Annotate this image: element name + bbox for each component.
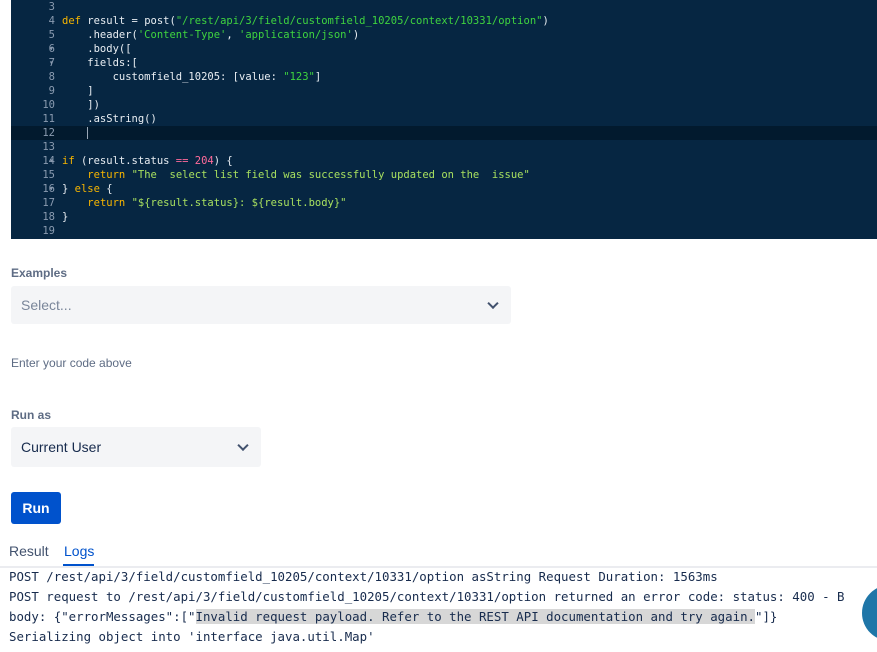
code-line: 15 return "The select list field was suc… [11, 168, 877, 182]
helper-text: Enter your code above [11, 356, 132, 370]
log-line-3-highlight: Invalid request payload. Refer to the RE… [195, 609, 755, 624]
line-number: 5 [48, 29, 55, 41]
code-line: 3 [11, 0, 877, 14]
result-tabs: Result Logs [0, 541, 877, 568]
run-button[interactable]: Run [11, 492, 61, 524]
code-line: 11 .asString() [11, 112, 877, 126]
code-line: 16 ▾} else { [11, 182, 877, 196]
line-number: 15 [42, 169, 55, 181]
log-line-3-prefix: body: {"errorMessages":[" [9, 609, 196, 624]
code-text [62, 126, 89, 140]
line-number: 12 [42, 127, 55, 139]
code-text: def result = post("/rest/api/3/field/cus… [62, 15, 549, 27]
line-number: 17 [42, 197, 55, 209]
code-text: .header('Content-Type', 'application/jso… [62, 29, 360, 41]
code-text: return "The select list field was succes… [87, 169, 530, 181]
code-text: .body([ [62, 43, 132, 55]
fold-toggle-icon[interactable]: ▾ [49, 154, 54, 168]
tab-logs[interactable]: Logs [64, 543, 94, 559]
run-as-label: Run as [11, 408, 52, 422]
log-line-3: body: {"errorMessages":["Invalid request… [9, 609, 777, 624]
run-as-value: Current User [21, 439, 102, 455]
code-line: 17 return "${result.status}: ${result.bo… [11, 196, 877, 210]
code-text: } else { [62, 183, 113, 195]
line-number: 18 [42, 211, 55, 223]
line-number: 3 [48, 1, 55, 13]
line-number: 10 [42, 99, 55, 111]
code-text: fields:[ [62, 57, 138, 69]
code-line: 12 [11, 126, 877, 140]
code-line: 10 ]) [11, 98, 877, 112]
run-as-select[interactable]: Current User [11, 427, 261, 467]
code-text: } [62, 211, 69, 223]
code-line: 18} [11, 210, 877, 224]
log-line-2: POST request to /rest/api/3/field/custom… [9, 589, 845, 604]
line-number: 4 [48, 15, 55, 27]
code-text: .asString() [62, 113, 157, 125]
code-line: 14 ▾ if (result.status == 204) { [11, 154, 877, 168]
tab-logs-underline [63, 564, 94, 566]
code-text: return "${result.status}: ${result.body}… [87, 197, 347, 209]
fold-toggle-icon[interactable]: ▾ [49, 56, 54, 70]
text-cursor [87, 127, 89, 139]
examples-label: Examples [11, 266, 68, 280]
code-editor[interactable]: 3 4 def result = post("/rest/api/3/field/c… [11, 0, 877, 239]
code-line: 13 [11, 140, 877, 154]
fold-toggle-icon[interactable]: ▾ [49, 182, 54, 196]
code-text: ] [62, 85, 94, 97]
line-number: 9 [48, 85, 55, 97]
log-line-1: POST /rest/api/3/field/customfield_10205… [9, 569, 718, 584]
fold-toggle-icon[interactable]: ▾ [49, 42, 54, 56]
code-line: 9 ] [11, 84, 877, 98]
examples-select[interactable]: Select... [11, 286, 511, 324]
line-number: 8 [48, 71, 55, 83]
code-text: ]) [62, 99, 100, 111]
line-number: 19 [42, 225, 55, 237]
chevron-down-icon [237, 439, 249, 452]
tab-result[interactable]: Result [9, 543, 49, 559]
line-number: 13 [42, 141, 55, 153]
code-line: 6 ▾ .body([ [11, 42, 877, 56]
code-line: 5 .header('Content-Type', 'application/j… [11, 28, 877, 42]
help-fab-button[interactable] [862, 585, 877, 641]
log-line-4: Serializing object into 'interface java.… [9, 629, 375, 644]
code-line: 4 def result = post("/rest/api/3/field/cu… [11, 14, 877, 28]
code-text: if (result.status == 204) { [62, 155, 233, 167]
code-line: 7 ▾ fields:[ [11, 56, 877, 70]
code-text: customfield_10205: [value: "123"] [62, 71, 322, 83]
log-line-3-suffix: "]} [755, 609, 778, 624]
code-line: 8 customfield_10205: [value: "123"] [11, 70, 877, 84]
code-line: 19 [11, 224, 877, 238]
line-number: 11 [42, 113, 55, 125]
chevron-down-icon [487, 297, 499, 310]
examples-placeholder: Select... [21, 297, 72, 313]
